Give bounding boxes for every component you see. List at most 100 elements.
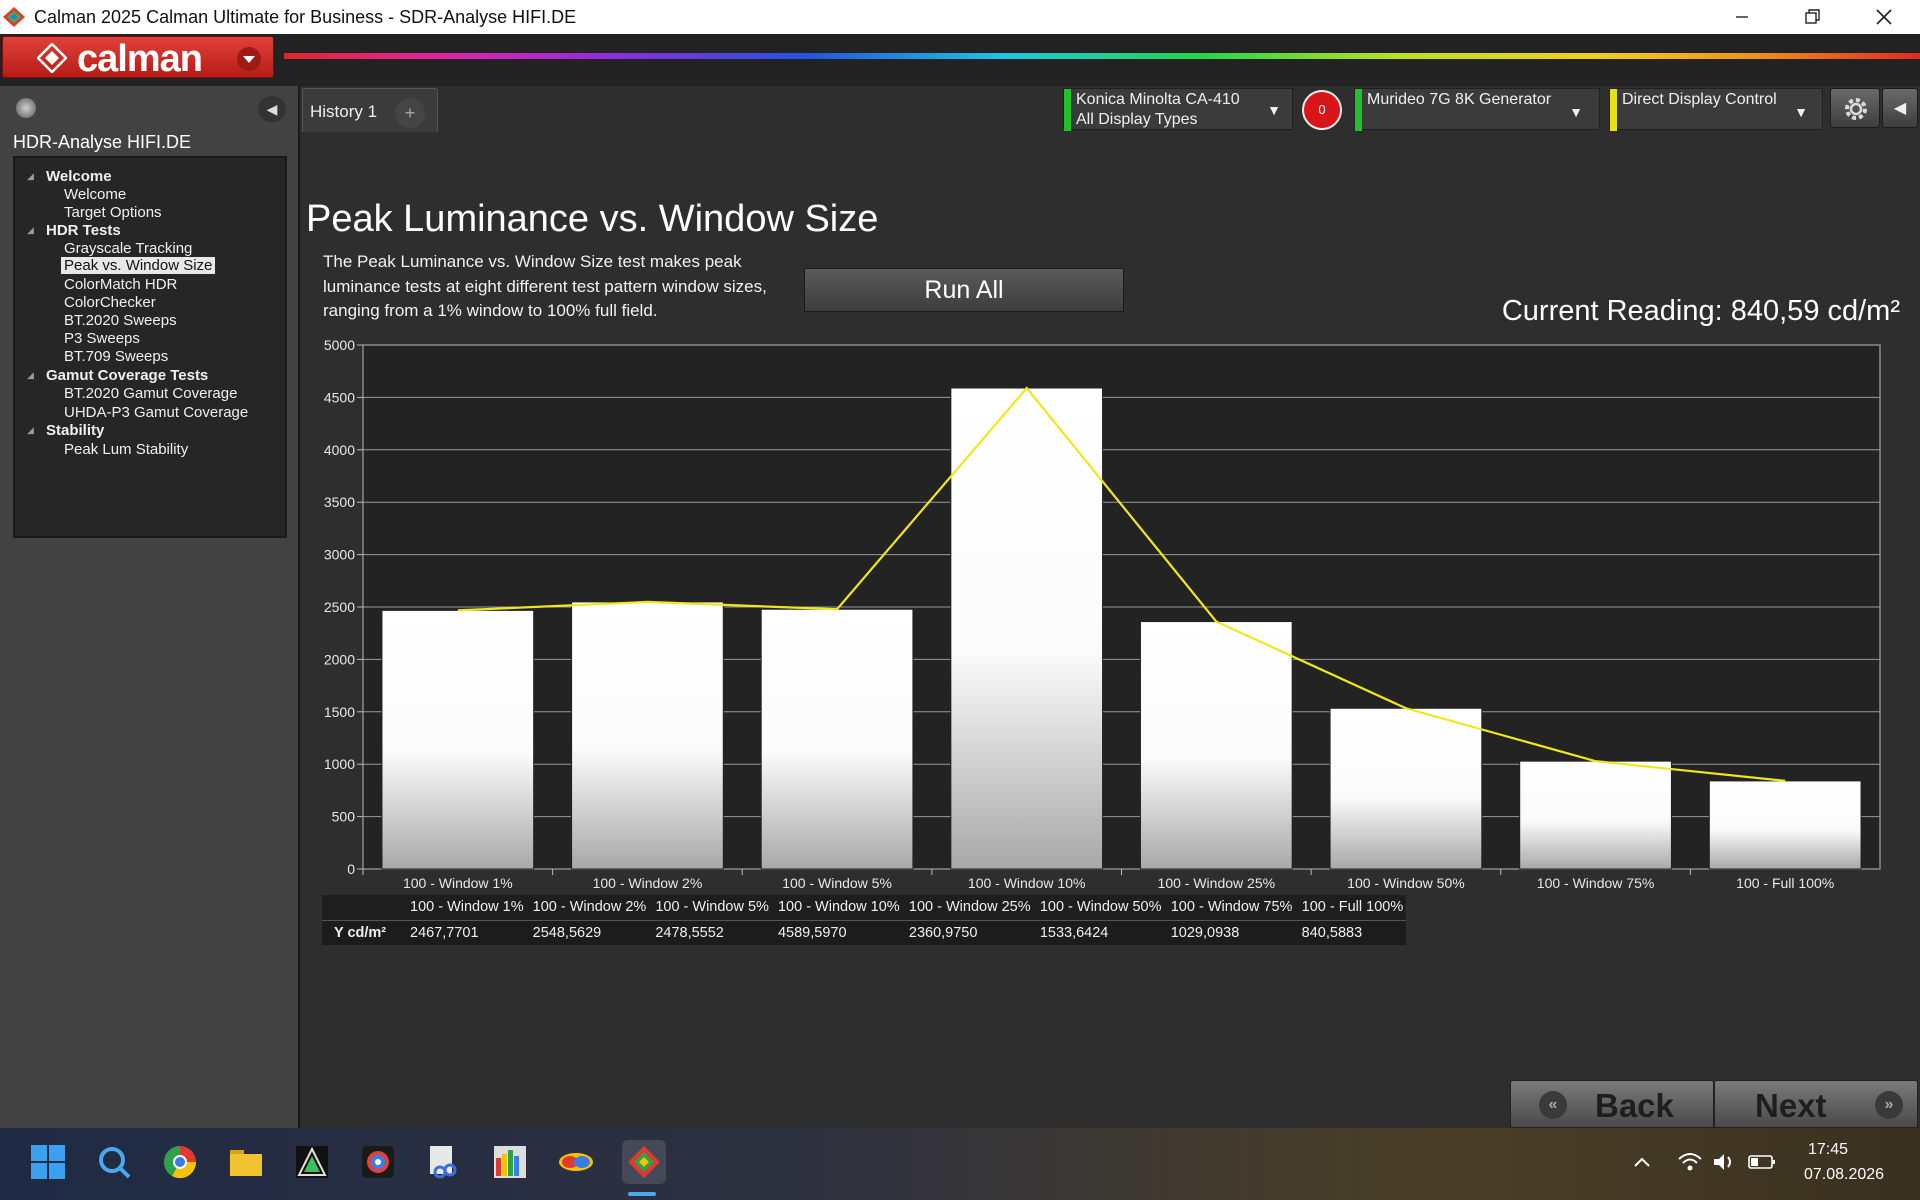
restore-icon <box>1805 9 1820 24</box>
color-app-icon[interactable] <box>290 1140 334 1184</box>
expand-triangle-icon[interactable]: ◢ <box>27 225 34 236</box>
clock-time[interactable]: 17:45 <box>1808 1141 1848 1159</box>
minimize-icon <box>1736 16 1748 18</box>
display-device-panel[interactable]: Direct Display Control ▼ <box>1609 88 1823 131</box>
snipping-tool-icon[interactable] <box>422 1140 466 1184</box>
generator-device-panel[interactable]: Murideo 7G 8K Generator ▼ <box>1354 88 1600 131</box>
generator-dropdown-icon[interactable]: ▼ <box>1563 101 1589 123</box>
file-explorer-icon[interactable] <box>224 1140 268 1184</box>
title-bar: Calman 2025 Calman Ultimate for Business… <box>0 0 1920 34</box>
sidebar-item[interactable]: Target Options <box>15 202 285 221</box>
y-tick-label: 1000 <box>324 756 355 772</box>
table-header-cell: 100 - Window 75% <box>1164 895 1296 920</box>
sidebar-item[interactable]: BT.2020 Gamut Coverage <box>15 383 285 402</box>
x-tick-label: 100 - Window 5% <box>782 875 892 891</box>
table-corner-cell <box>322 895 404 920</box>
test-description: The Peak Luminance vs. Window Size test … <box>323 252 767 320</box>
add-tab-button[interactable]: + <box>395 98 425 128</box>
rainbow-strip <box>284 53 1920 59</box>
expand-triangle-icon[interactable]: ◢ <box>27 171 34 182</box>
y-tick-label: 4500 <box>324 389 355 405</box>
battery-icon[interactable] <box>1740 1140 1784 1184</box>
bar <box>950 387 1104 870</box>
meter-mode: All Display Types <box>1076 111 1198 128</box>
sidebar-item[interactable]: BT.709 Sweeps <box>15 346 285 365</box>
results-table: 100 - Window 1% 100 - Window 2% 100 - Wi… <box>322 895 1406 945</box>
bar <box>1708 780 1862 870</box>
meter-device-panel[interactable]: Konica Minolta CA-410 All Display Types … <box>1063 88 1293 131</box>
settings-button[interactable] <box>1830 88 1880 128</box>
clock-date[interactable]: 07.08.2026 <box>1804 1166 1884 1184</box>
next-arrow-icon: » <box>1875 1091 1903 1119</box>
meter-dropdown-icon[interactable]: ▼ <box>1261 99 1287 121</box>
y-tick-label: 3500 <box>324 494 355 510</box>
side-panel-toggle-button[interactable]: ◀ <box>1882 88 1918 128</box>
bar <box>760 608 914 870</box>
taskbar <box>0 1128 1920 1200</box>
run-all-button[interactable]: Run All <box>804 268 1124 312</box>
sidebar-item[interactable]: ColorChecker <box>15 292 285 311</box>
tree-group[interactable]: ◢ Gamut Coverage Tests <box>15 365 285 384</box>
sidebar-item[interactable]: BT.2020 Sweeps <box>15 310 285 329</box>
peak-luminance-chart: 0 500 1000 1500 2000 2500 3000 3500 4000 4500 5000… <box>324 337 1881 891</box>
header-strip: calman <box>0 34 1920 86</box>
tree-group[interactable]: ◢ Welcome <box>15 166 285 185</box>
calman-logo-icon <box>37 43 67 73</box>
menu-dropdown-icon <box>237 47 261 71</box>
show-hidden-icons-chevron-icon[interactable] <box>1620 1140 1664 1184</box>
sidebar-item[interactable]: P3 Sweeps <box>15 328 285 347</box>
back-button[interactable]: « Back <box>1510 1080 1714 1128</box>
window-title: Calman 2025 Calman Ultimate for Business… <box>34 7 577 27</box>
tree-group-label: HDR Tests <box>46 222 121 239</box>
sidebar-item[interactable]: Welcome <box>15 184 285 203</box>
bar <box>571 601 724 870</box>
table-header-cell: 100 - Window 5% <box>649 895 772 920</box>
close-button[interactable] <box>1850 0 1918 34</box>
table-header-cell: 100 - Full 100% <box>1295 895 1406 920</box>
tree-group[interactable]: ◢ Stability <box>15 420 285 439</box>
calman-menu-button[interactable]: calman <box>2 36 274 80</box>
x-tick-label: 100 - Window 50% <box>1347 875 1465 891</box>
restore-button[interactable] <box>1778 0 1846 34</box>
next-label: Next <box>1755 1087 1827 1124</box>
sidebar-item-label: ColorChecker <box>64 294 156 311</box>
table-header-cell: 100 - Window 25% <box>902 895 1034 920</box>
palette-app-icon[interactable] <box>554 1140 598 1184</box>
reading-count-badge[interactable]: 0 <box>1302 90 1342 130</box>
sidebar-item-label: Peak Lum Stability <box>64 440 189 458</box>
tree-group[interactable]: ◢ HDR Tests <box>15 220 285 239</box>
calman-app-icon[interactable] <box>622 1140 666 1184</box>
expand-triangle-icon[interactable]: ◢ <box>27 370 34 381</box>
sidebar-item[interactable]: Peak vs. Window Size <box>15 256 285 274</box>
collapse-sidebar-button[interactable]: ◀ <box>258 96 286 122</box>
table-row: Y cd/m² 2467,7701 2548,5629 2478,5552 45… <box>322 919 1406 945</box>
x-tick-label: 100 - Window 75% <box>1537 875 1655 891</box>
active-app-indicator <box>628 1192 656 1196</box>
sidebar-item-label: Peak vs. Window Size <box>61 257 216 274</box>
sidebar-item[interactable]: UHDA-P3 Gamut Coverage <box>15 402 285 421</box>
chrome-icon[interactable] <box>158 1140 202 1184</box>
gear-icon <box>1845 98 1867 120</box>
display-dropdown-icon[interactable]: ▼ <box>1788 101 1814 123</box>
minimize-button[interactable] <box>1708 0 1776 34</box>
table-cell: 2548,5629 <box>526 919 650 945</box>
table-cell: 2478,5552 <box>649 919 772 945</box>
sidebar-item-label: Target Options <box>64 204 162 221</box>
workflow-knob-icon[interactable] <box>16 98 36 118</box>
tab-history-1[interactable]: History 1 + <box>302 88 438 132</box>
tree-group-label: Gamut Coverage Tests <box>46 366 209 384</box>
sidebar-item-label: BT.709 Sweeps <box>64 348 169 365</box>
sidebar-item-label: ColorMatch HDR <box>64 276 178 293</box>
spectrum-app-icon[interactable] <box>488 1140 532 1184</box>
y-tick-label: 5000 <box>324 337 355 353</box>
start-icon[interactable] <box>26 1140 70 1184</box>
search-icon[interactable] <box>92 1140 136 1184</box>
colorchecker-app-icon[interactable] <box>356 1140 400 1184</box>
sidebar-item[interactable]: Grayscale Tracking <box>15 238 285 257</box>
sidebar-item[interactable]: Peak Lum Stability <box>15 439 285 458</box>
y-tick-label: 2500 <box>324 599 355 615</box>
expand-triangle-icon[interactable]: ◢ <box>27 425 34 436</box>
next-button[interactable]: Next » <box>1714 1080 1918 1128</box>
project-name: HDR-Analyse HIFI.DE <box>13 132 192 152</box>
sidebar-item[interactable]: ColorMatch HDR <box>15 274 285 293</box>
